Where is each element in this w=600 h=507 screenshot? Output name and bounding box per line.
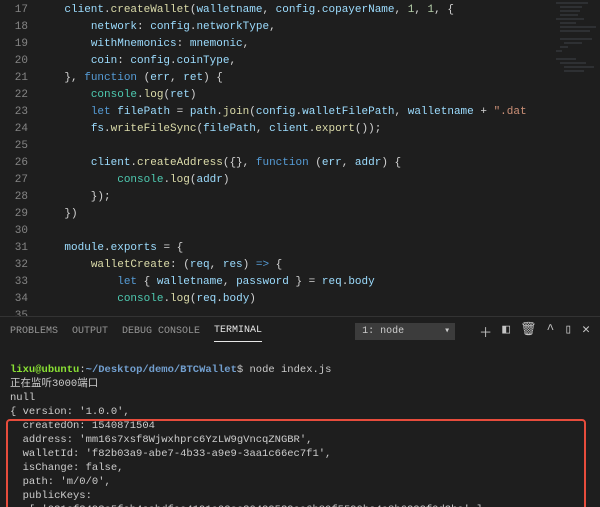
terminal-cwd: ~/Desktop/demo/BTCWallet xyxy=(86,364,237,376)
close-panel-icon[interactable]: ✕ xyxy=(582,322,590,341)
terminal-line: createdOn: 1540871504 xyxy=(10,420,155,432)
terminal-line: address: 'mm16s7xsf8Wjwxhprc6YzLW9gVncqZ… xyxy=(10,434,312,446)
panel-actions: ＋ ◧ 🗑 ^ ▯ ✕ xyxy=(479,322,590,341)
line-number: 26 xyxy=(0,155,28,172)
code-line[interactable]: fs.writeFileSync(filePath, client.export… xyxy=(38,121,600,138)
terminal-line: null xyxy=(10,392,35,404)
code-line[interactable]: }); xyxy=(38,189,600,206)
code-line[interactable]: client.createWallet(walletname, config.c… xyxy=(38,2,600,19)
code-line[interactable]: coin: config.coinType, xyxy=(38,53,600,70)
code-line[interactable]: withMnemonics: mnemonic, xyxy=(38,36,600,53)
terminal-user: lixu xyxy=(10,364,35,376)
editor-pane: 17181920212223242526272829303132333435 c… xyxy=(0,0,600,316)
line-number: 27 xyxy=(0,172,28,189)
line-number: 22 xyxy=(0,87,28,104)
code-area[interactable]: client.createWallet(walletname, config.c… xyxy=(38,0,600,316)
line-number: 24 xyxy=(0,121,28,138)
code-line[interactable] xyxy=(38,138,600,155)
line-number: 32 xyxy=(0,257,28,274)
line-number: 25 xyxy=(0,138,28,155)
kill-terminal-icon[interactable]: 🗑 xyxy=(520,322,537,341)
tab-output[interactable]: OUTPUT xyxy=(72,321,108,342)
line-number: 19 xyxy=(0,36,28,53)
line-number: 21 xyxy=(0,70,28,87)
code-line[interactable]: client.createAddress({}, function (err, … xyxy=(38,155,600,172)
code-line[interactable]: }, function (err, ret) { xyxy=(38,70,600,87)
line-number: 33 xyxy=(0,274,28,291)
terminal-line: 正在监听3000端口 xyxy=(10,378,98,390)
terminal-content[interactable]: lixu@ubuntu:~/Desktop/demo/BTCWallet$ no… xyxy=(0,345,600,507)
new-terminal-icon[interactable]: ＋ xyxy=(479,322,492,341)
terminal-host: ubuntu xyxy=(42,364,80,376)
code-line[interactable]: network: config.networkType, xyxy=(38,19,600,36)
line-number: 20 xyxy=(0,53,28,70)
line-number: 28 xyxy=(0,189,28,206)
code-line[interactable]: console.log(addr) xyxy=(38,172,600,189)
terminal-line: path: 'm/0/0', xyxy=(10,476,111,488)
code-line[interactable]: console.log(ret) xyxy=(38,87,600,104)
terminal-command: node index.js xyxy=(250,364,332,376)
minimap[interactable] xyxy=(552,0,600,316)
maximize-panel-icon[interactable]: ^ xyxy=(547,322,555,341)
code-line[interactable]: let { walletname, password } = req.body xyxy=(38,274,600,291)
line-number: 29 xyxy=(0,206,28,223)
terminal-line: publicKeys: xyxy=(10,490,92,502)
code-line[interactable]: let filePath = path.join(config.walletFi… xyxy=(38,104,600,121)
code-line[interactable]: console.log(req.body) xyxy=(38,291,600,308)
tab-problems[interactable]: PROBLEMS xyxy=(10,321,58,342)
code-line[interactable]: walletCreate: (req, res) => { xyxy=(38,257,600,274)
terminal-selector[interactable]: 1: node xyxy=(355,323,455,340)
line-number: 23 xyxy=(0,104,28,121)
code-line[interactable]: }) xyxy=(38,206,600,223)
line-number: 34 xyxy=(0,291,28,308)
line-number: 31 xyxy=(0,240,28,257)
code-line[interactable] xyxy=(38,308,600,316)
bottom-panel: PROBLEMS OUTPUT DEBUG CONSOLE TERMINAL 1… xyxy=(0,316,600,507)
line-number: 18 xyxy=(0,19,28,36)
terminal-line: walletId: 'f82b03a9-abe7-4b33-a9e9-3aa1c… xyxy=(10,448,331,460)
terminal-line: { version: '1.0.0', xyxy=(10,406,130,418)
code-line[interactable]: module.exports = { xyxy=(38,240,600,257)
tab-debug-console[interactable]: DEBUG CONSOLE xyxy=(122,321,200,342)
move-panel-icon[interactable]: ▯ xyxy=(564,322,572,341)
line-number: 30 xyxy=(0,223,28,240)
terminal-line: isChange: false, xyxy=(10,462,123,474)
line-number: 17 xyxy=(0,2,28,19)
line-gutter: 17181920212223242526272829303132333435 xyxy=(0,0,38,316)
panel-tabs: PROBLEMS OUTPUT DEBUG CONSOLE TERMINAL 1… xyxy=(0,317,600,345)
split-terminal-icon[interactable]: ◧ xyxy=(502,322,510,341)
code-line[interactable] xyxy=(38,223,600,240)
line-number: 35 xyxy=(0,308,28,316)
tab-terminal[interactable]: TERMINAL xyxy=(214,320,262,342)
